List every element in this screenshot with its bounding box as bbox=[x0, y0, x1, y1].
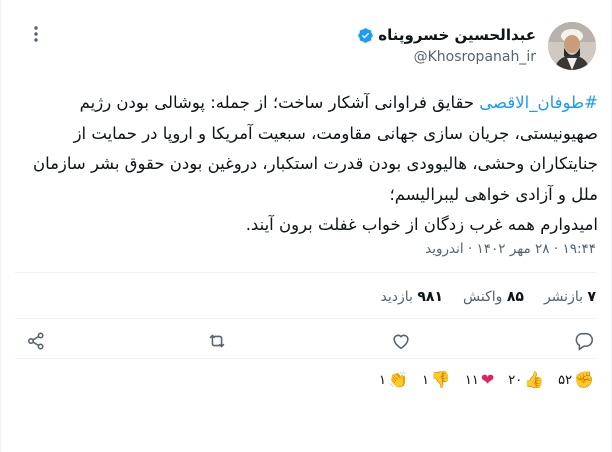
views-stat: ۹۸۱ بازدید bbox=[381, 289, 444, 305]
reposts-count: ۷ bbox=[587, 289, 596, 305]
reaction-count: ۲۰ bbox=[508, 372, 523, 388]
more-options-icon[interactable] bbox=[26, 24, 46, 44]
reply-icon[interactable] bbox=[573, 330, 595, 352]
repost-icon[interactable] bbox=[206, 330, 228, 352]
thumbs-up-icon: 👍 bbox=[524, 370, 545, 389]
reaction-count: ۱ bbox=[421, 372, 429, 388]
author-name-row[interactable]: عبدالحسین خسروپناه bbox=[357, 26, 536, 44]
like-icon[interactable] bbox=[390, 330, 412, 352]
reactions-count: ۸۵ bbox=[506, 289, 524, 305]
author-display-name[interactable]: عبدالحسین خسروپناه bbox=[378, 26, 536, 44]
reaction-thumbs-down[interactable]: 👎 ۱ bbox=[420, 369, 453, 391]
tweet-card: عبدالحسین خسروپناه @Khosropanah_ir #طوفا… bbox=[0, 0, 612, 452]
reposts-label: بازنشر bbox=[543, 289, 583, 305]
engagement-stats: ۷ بازنشر ۸۵ واکنش ۹۸۱ بازدید bbox=[381, 289, 596, 305]
heart-icon: ❤ bbox=[480, 370, 495, 389]
divider-actions bbox=[15, 358, 597, 359]
reaction-count: ۱ bbox=[379, 372, 387, 388]
thumbs-down-icon: 👎 bbox=[430, 370, 451, 389]
views-label: بازدید bbox=[380, 289, 413, 305]
share-icon[interactable] bbox=[25, 330, 47, 352]
reactions-stat[interactable]: ۸۵ واکنش bbox=[463, 289, 524, 305]
reaction-heart[interactable]: ❤ ۱۱ bbox=[463, 369, 496, 391]
hashtag-link[interactable]: #طوفان_الاقصی bbox=[479, 93, 598, 112]
clap-icon: 👏 bbox=[388, 370, 408, 389]
reaction-clap[interactable]: 👏 ۱ bbox=[377, 369, 410, 391]
fist-icon: ✊ bbox=[574, 370, 594, 389]
reaction-chips: ✊ ۵۲ 👍 ۲۰ ❤ ۱۱ 👎 ۱ 👏 ۱ bbox=[377, 369, 596, 391]
verified-badge-icon bbox=[357, 27, 374, 44]
reactions-label: واکنش bbox=[463, 289, 503, 305]
tweet-text: #طوفان_الاقصی حقایق فراوانی آشکار ساخت؛ … bbox=[16, 88, 598, 241]
views-count: ۹۸۱ bbox=[417, 289, 444, 305]
reposts-stat[interactable]: ۷ بازنشر bbox=[544, 289, 596, 305]
reaction-fist[interactable]: ✊ ۵۲ bbox=[556, 369, 596, 391]
reaction-thumbs-up[interactable]: 👍 ۲۰ bbox=[506, 369, 546, 391]
tweet-body: حقایق فراوانی آشکار ساخت؛ از جمله: پوشال… bbox=[32, 93, 598, 234]
divider-middle bbox=[15, 318, 597, 319]
author-handle[interactable]: @Khosropanah_ir bbox=[414, 49, 536, 65]
divider-top bbox=[15, 272, 597, 273]
left-border bbox=[0, 0, 1, 452]
avatar[interactable] bbox=[548, 22, 596, 70]
tweet-timestamp[interactable]: ۱۹:۴۴ · ۲۸ مهر ۱۴۰۲ · اندروید bbox=[425, 241, 596, 257]
reaction-count: ۱۱ bbox=[464, 372, 479, 388]
reaction-count: ۵۲ bbox=[558, 372, 573, 388]
